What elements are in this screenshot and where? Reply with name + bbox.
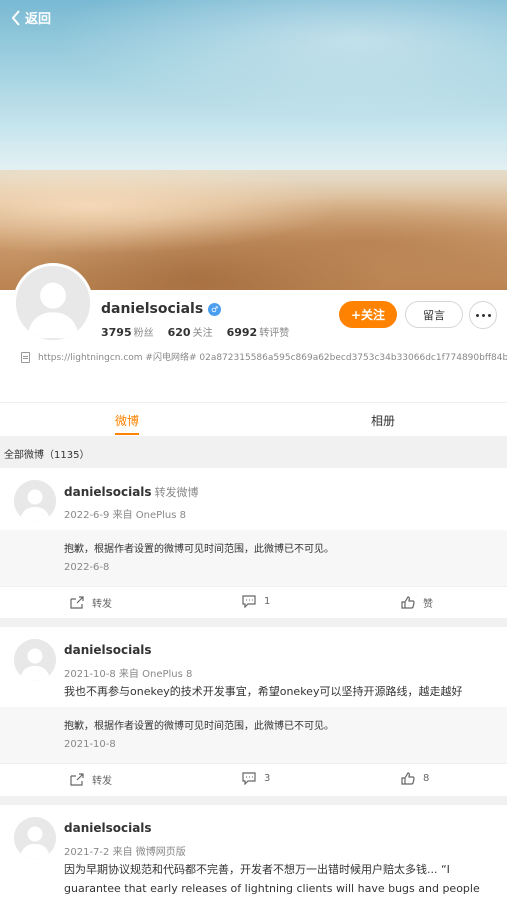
profile-header: danielsocials ♂ 3795 粉丝 620 关注 6992 转评赞 +关注… xyxy=(0,263,507,402)
repost-date: 2021-10-8 xyxy=(64,739,116,750)
tab-album[interactable]: 相册 xyxy=(371,412,395,429)
post-card[interactable]: danielsocials 转发微博 2022-6-9 来自 OnePlus 8 … xyxy=(0,468,507,618)
post-meta: 2022-6-9 来自 OnePlus 8 xyxy=(64,510,187,521)
default-avatar-icon xyxy=(14,639,56,681)
description-icon xyxy=(21,352,30,363)
repost-text: 抱歉，根据作者设置的微博可见时间范围，此微博已不可见。 xyxy=(64,721,334,732)
post-author[interactable]: danielsocials xyxy=(64,643,152,657)
profile-tabs: 微博 相册 xyxy=(0,402,507,436)
post-author[interactable]: danielsocials xyxy=(64,821,152,835)
username-text: danielsocials xyxy=(101,301,204,317)
default-avatar-icon xyxy=(16,266,90,340)
repost-button[interactable]: 转发 xyxy=(70,772,112,787)
post-avatar[interactable] xyxy=(14,817,56,859)
back-label: 返回 xyxy=(25,12,52,27)
more-dot xyxy=(475,313,479,317)
thumbs-up-icon xyxy=(401,596,415,609)
post-actions: 转发 1 赞 xyxy=(0,586,507,618)
post-action: 转发微博 xyxy=(154,486,199,499)
post-avatar[interactable] xyxy=(14,639,56,681)
profile-description: https://lightningcn.com #闪电网络# 02a872315… xyxy=(38,353,507,363)
post-meta: 2021-10-8 来自 OnePlus 8 xyxy=(64,669,193,680)
repost-button[interactable]: 转发 xyxy=(70,595,112,610)
post-meta: 2021-7-2 来自 微博网页版 xyxy=(64,847,186,858)
comment-icon xyxy=(242,772,256,785)
message-button[interactable]: 留言 xyxy=(405,301,463,328)
more-dot xyxy=(487,313,491,317)
profile-stats: 3795 粉丝 620 关注 6992 转评赞 xyxy=(101,324,289,339)
repost-date: 2022-6-8 xyxy=(64,562,110,573)
avatar[interactable] xyxy=(13,263,93,343)
comment-icon xyxy=(242,595,256,608)
comment-button[interactable]: 1 xyxy=(242,595,270,608)
share-icon xyxy=(70,773,84,786)
repost-block[interactable]: 抱歉，根据作者设置的微博可见时间范围，此微博已不可见。 2022-6-8 xyxy=(0,530,507,586)
stat-interactions[interactable]: 6992 转评赞 xyxy=(227,324,290,339)
default-avatar-icon xyxy=(14,817,56,859)
post-text-line: 因为早期协议规范和代码都不完善，开发者不想万一出错时候用户赔太多钱... “I xyxy=(64,863,450,876)
thumbs-up-icon xyxy=(401,772,415,785)
like-button[interactable]: 赞 xyxy=(401,595,433,610)
more-dot xyxy=(481,313,485,317)
repost-text: 抱歉，根据作者设置的微博可见时间范围，此微博已不可见。 xyxy=(64,544,334,555)
repost-block[interactable]: 抱歉，根据作者设置的微博可见时间范围，此微博已不可见。 2021-10-8 xyxy=(0,707,507,763)
share-icon xyxy=(70,596,84,609)
more-options-button[interactable] xyxy=(469,301,497,329)
back-button[interactable]: 返回 xyxy=(10,8,51,27)
post-text: 我也不再参与onekey的技术开发事宜，希望onekey可以坚持开源路线，越走越… xyxy=(64,685,463,698)
post-text-line: guarantee that early releases of lightni… xyxy=(64,882,480,895)
stat-followers[interactable]: 3795 粉丝 xyxy=(101,324,154,339)
default-avatar-icon xyxy=(14,480,56,522)
like-button[interactable]: 8 xyxy=(401,772,429,785)
post-card[interactable]: danielsocials 2021-10-8 来自 OnePlus 8 我也不… xyxy=(0,627,507,796)
tab-weibo[interactable]: 微博 xyxy=(115,412,140,435)
profile-username: danielsocials ♂ xyxy=(101,301,222,317)
post-author[interactable]: danielsocials 转发微博 xyxy=(64,484,199,500)
cover-sky xyxy=(0,0,507,130)
comment-button[interactable]: 3 xyxy=(242,772,270,785)
follow-button[interactable]: +关注 xyxy=(339,301,397,328)
chevron-left-icon xyxy=(11,9,20,26)
section-title: 全部微博（1135） xyxy=(4,450,90,461)
stat-following[interactable]: 620 关注 xyxy=(168,324,213,339)
cover-image xyxy=(0,0,507,290)
post-card[interactable]: danielsocials 2021-7-2 来自 微博网页版 因为早期协议规范… xyxy=(0,805,507,903)
gender-male-icon: ♂ xyxy=(208,302,222,316)
post-avatar[interactable] xyxy=(14,480,56,522)
post-actions: 转发 3 8 xyxy=(0,763,507,795)
